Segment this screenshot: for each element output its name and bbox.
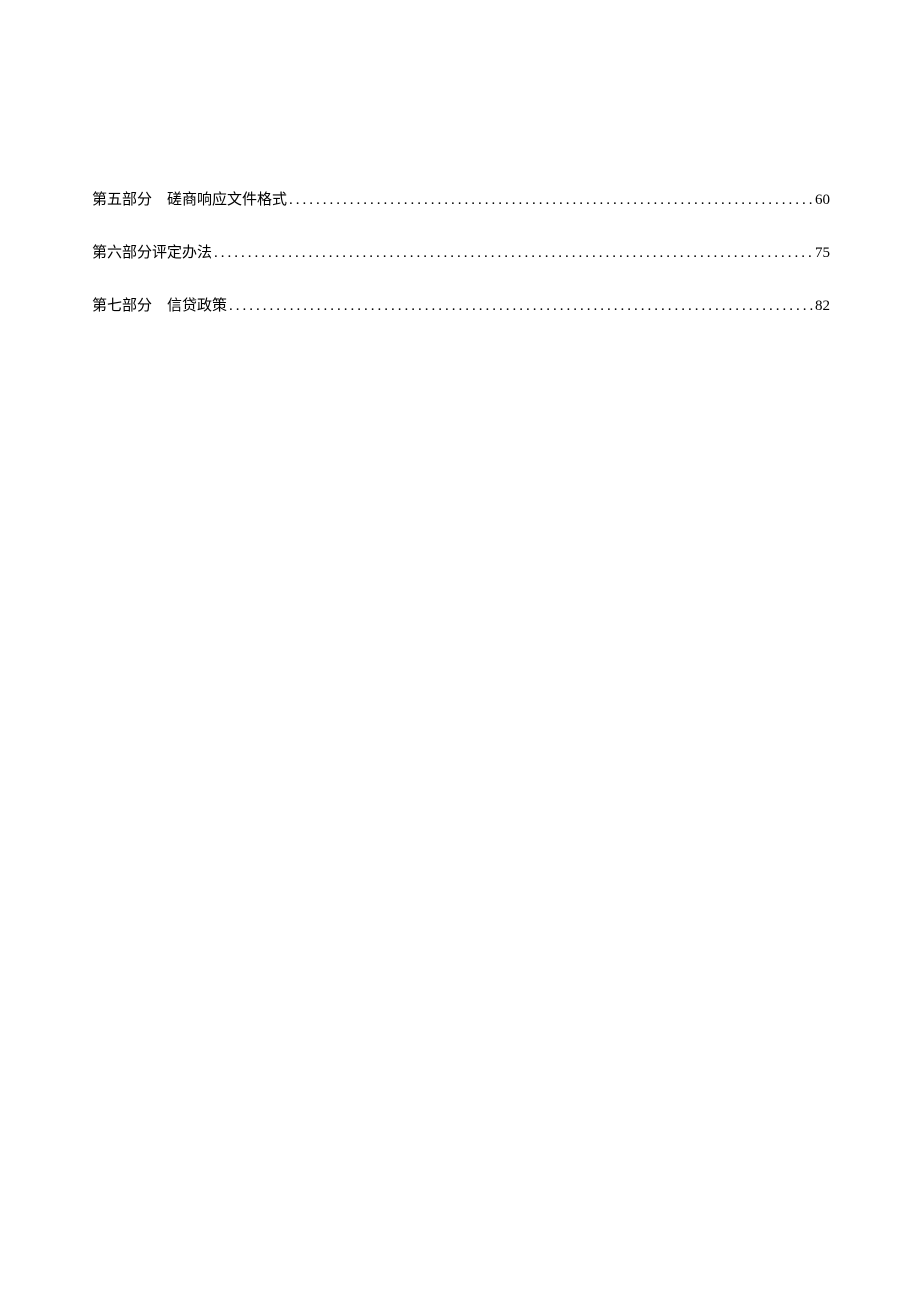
toc-entry-page-number: 60 xyxy=(815,192,830,209)
toc-entry-label: 第六部分评定办法 xyxy=(92,241,212,262)
toc-leader-dots xyxy=(287,192,815,209)
toc-leader-dots xyxy=(227,298,815,315)
toc-entry-page-number: 82 xyxy=(815,298,830,315)
document-page: 第五部分 磋商响应文件格式 60 第六部分评定办法 75 第七部分 信贷政策 8… xyxy=(0,0,920,315)
toc-entry: 第七部分 信贷政策 82 xyxy=(92,294,830,315)
toc-entry: 第五部分 磋商响应文件格式 60 xyxy=(92,188,830,209)
toc-entry-label: 第七部分 信贷政策 xyxy=(92,294,227,315)
toc-leader-dots xyxy=(212,245,815,262)
toc-entry-label: 第五部分 磋商响应文件格式 xyxy=(92,188,287,209)
toc-entry: 第六部分评定办法 75 xyxy=(92,241,830,262)
toc-entry-page-number: 75 xyxy=(815,245,830,262)
